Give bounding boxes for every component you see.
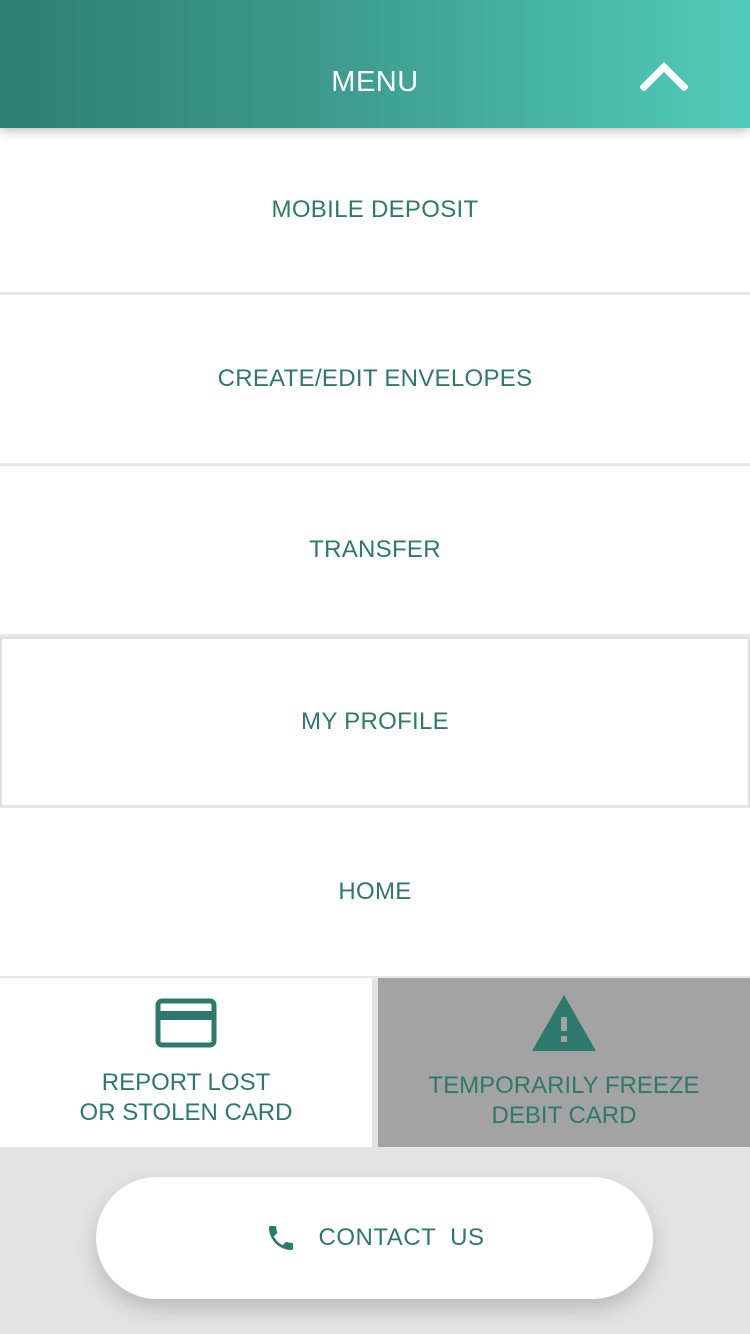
credit-card-icon: [155, 998, 217, 1048]
menu-list: MOBILE DEPOSIT CREATE/EDIT ENVELOPES TRA…: [0, 128, 750, 979]
report-label-line1: REPORT LOST: [101, 1069, 271, 1096]
warning-icon: [532, 995, 596, 1051]
menu-header: MENU: [0, 0, 750, 128]
icon-container: [530, 993, 598, 1053]
menu-item-label: TRANSFER: [309, 536, 441, 563]
collapse-menu-button[interactable]: [636, 56, 692, 96]
freeze-card-label: TEMPORARILY FREEZE DEBIT CARD: [428, 1071, 699, 1131]
menu-item-label: CREATE/EDIT ENVELOPES: [217, 365, 533, 392]
menu-item-home[interactable]: HOME: [0, 808, 750, 979]
report-lost-card-button[interactable]: REPORT LOST OR STOLEN CARD: [0, 978, 372, 1147]
freeze-debit-card-button[interactable]: TEMPORARILY FREEZE DEBIT CARD: [378, 978, 750, 1147]
freeze-label-line2: DEBIT CARD: [491, 1102, 637, 1129]
card-actions: REPORT LOST OR STOLEN CARD TEMPORARILY F…: [0, 978, 750, 1147]
menu-item-label: MY PROFILE: [301, 708, 449, 735]
contact-us-label: CONTACT US: [318, 1224, 485, 1251]
menu-item-create-edit-envelopes[interactable]: CREATE/EDIT ENVELOPES: [0, 295, 750, 466]
phone-icon: [268, 1226, 293, 1250]
report-label-line2: OR STOLEN CARD: [79, 1099, 293, 1126]
menu-item-label: MOBILE DEPOSIT: [271, 196, 479, 223]
menu-item-my-profile[interactable]: MY PROFILE: [0, 637, 750, 808]
icon-container: [155, 998, 217, 1050]
menu-item-transfer[interactable]: TRANSFER: [0, 466, 750, 637]
report-lost-card-label: REPORT LOST OR STOLEN CARD: [80, 1068, 293, 1128]
freeze-label-line1: TEMPORARILY FREEZE: [428, 1072, 700, 1099]
contact-us-button[interactable]: CONTACT US: [96, 1177, 653, 1299]
menu-item-mobile-deposit[interactable]: MOBILE DEPOSIT: [0, 128, 750, 295]
chevron-up-icon: [640, 62, 688, 91]
menu-item-label: HOME: [338, 878, 412, 905]
